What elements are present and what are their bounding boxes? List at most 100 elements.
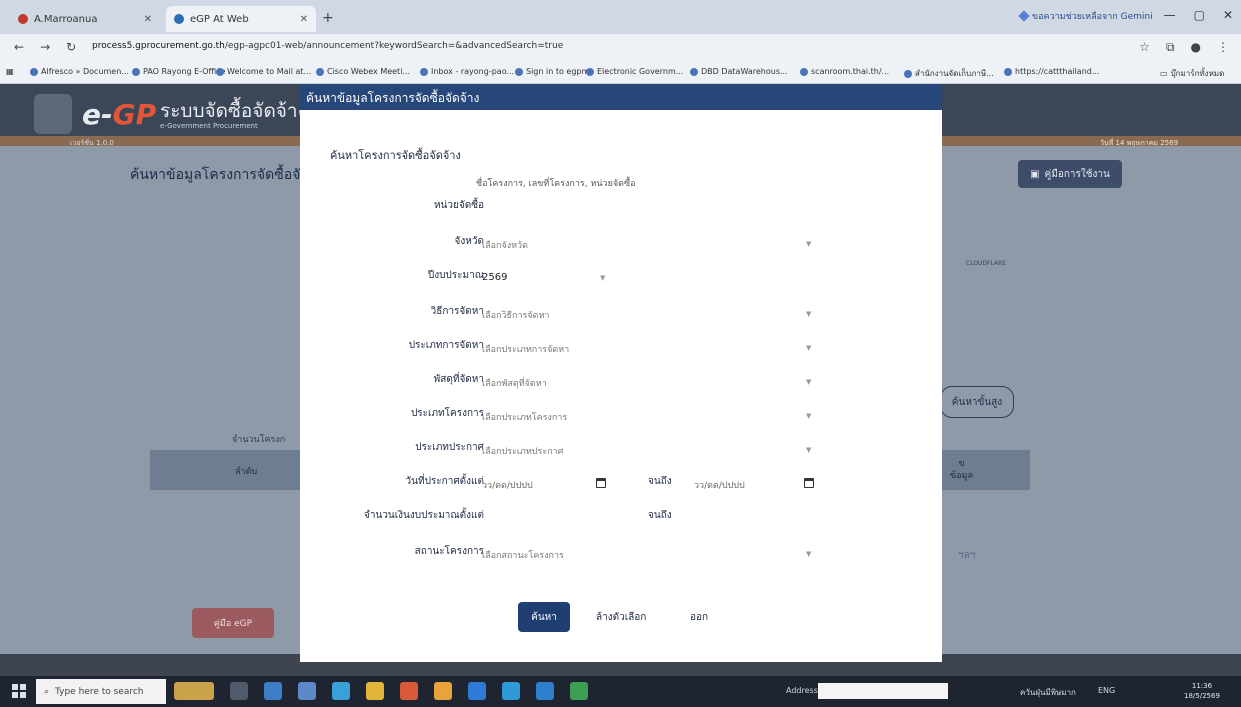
chrome-icon[interactable] <box>434 682 452 700</box>
edge-icon[interactable] <box>502 682 520 700</box>
nav-buttons: ← → ↻ <box>14 40 76 54</box>
clock[interactable]: 11:36 18/5/2569 <box>1184 681 1220 701</box>
url-host: process5.gprocurement.go.th <box>92 41 225 51</box>
bookmark-item[interactable]: Electronic Governm... <box>586 67 683 76</box>
bookmark-item[interactable]: Cisco Webex Meeti... <box>316 67 410 76</box>
url-field[interactable]: process5.gprocurement.go.th/egp-agpc01-w… <box>92 41 563 51</box>
project-type-select[interactable]: เลือกประเภทโครงการ <box>482 410 567 424</box>
address-toolbar-label: Address <box>786 686 818 695</box>
news-widget-icon[interactable] <box>174 682 214 700</box>
province-select[interactable]: เลือกจังหวัด <box>482 238 528 252</box>
taskbar-search-placeholder: Type here to search <box>55 686 144 697</box>
store-icon[interactable] <box>264 682 282 700</box>
app-icon[interactable] <box>570 682 588 700</box>
address-toolbar-input[interactable] <box>818 683 948 699</box>
bookmark-label: scanroom.thai.th/... <box>811 67 890 76</box>
new-tab-button[interactable]: + <box>322 10 334 26</box>
bookmark-label: https://cattthailand... <box>1015 67 1100 76</box>
announce-to-date[interactable]: วว/ดด/ปปปป <box>694 478 745 492</box>
bookmark-icon <box>690 67 698 76</box>
close-tab-icon[interactable]: ✕ <box>300 14 308 25</box>
apps-icon[interactable]: ▦ <box>6 67 14 76</box>
bookmark-star-icon[interactable]: ☆ <box>1139 40 1150 55</box>
budget-from-label: จำนวนเงินงบประมาณตั้งแต่ <box>363 510 484 521</box>
window-controls: — ▢ ✕ <box>1164 8 1233 22</box>
bookmark-item[interactable]: https://cattthailand... <box>1004 67 1099 76</box>
taskbar-search[interactable]: ⌕ Type here to search <box>36 679 166 704</box>
profile-icon[interactable]: ● <box>1191 40 1201 55</box>
budget-year-select[interactable]: 2569 <box>482 272 507 283</box>
bookmark-item[interactable]: Alfresco » Documen... <box>30 67 129 76</box>
mail-icon[interactable] <box>332 682 350 700</box>
bookmark-item[interactable]: PAO Rayong E-Office <box>132 67 226 76</box>
calendar-icon[interactable] <box>804 478 814 488</box>
app-icon[interactable] <box>536 682 554 700</box>
address-bar: ← → ↻ process5.gprocurement.go.th/egp-ag… <box>0 34 1241 62</box>
gemini-button[interactable]: ขอความช่วยเหลือจาก Gemini <box>1018 9 1153 23</box>
browser-tab[interactable]: A.Marroanua ✕ <box>10 6 160 32</box>
bookmark-label: Welcome to Mail at... <box>227 67 312 76</box>
modal-header: ค้นหาข้อมูลโครงการจัดซื้อจัดจ้าง <box>300 84 942 110</box>
chevron-down-icon: ▼ <box>806 378 812 386</box>
weather-widget[interactable]: ควันฝุ่นมีพิษมาก <box>1020 686 1076 699</box>
ministry-emblem-icon <box>34 94 72 134</box>
menu-icon[interactable]: ⋮ <box>1217 40 1229 55</box>
close-tab-icon[interactable]: ✕ <box>144 14 152 25</box>
bookmark-icon <box>800 67 808 76</box>
minimize-icon[interactable]: — <box>1164 8 1176 22</box>
bookmark-icon <box>316 67 324 76</box>
site-subtitle: e-Government Procurement <box>160 122 258 130</box>
folder-icon[interactable] <box>366 682 384 700</box>
extensions-icon[interactable]: ⧉ <box>1166 40 1175 55</box>
app-icon[interactable] <box>298 682 316 700</box>
bookmark-icon <box>30 67 38 76</box>
to-label: จนถึง <box>648 510 672 521</box>
bookmark-item[interactable]: สำนักงานจัดเก็บภาษี... <box>904 67 994 80</box>
bookmark-item[interactable]: Sign in to egpms <box>515 67 593 76</box>
announce-from-date[interactable]: วว/ดด/ปปปป <box>482 478 533 492</box>
calendar-icon[interactable] <box>596 478 606 488</box>
all-bookmarks-label: บุ๊กมาร์กทั้งหมด <box>1170 69 1225 78</box>
date-label: วันที่ 14 พฤษภาคม 2569 <box>1100 139 1179 147</box>
back-icon[interactable]: ← <box>14 40 24 54</box>
method-select[interactable]: เลือกวิธีการจัดหา <box>482 308 549 322</box>
status-select[interactable]: เลือกสถานะโครงการ <box>482 548 564 562</box>
bookmark-item[interactable]: Welcome to Mail at... <box>216 67 311 76</box>
app-icon[interactable] <box>468 682 486 700</box>
supply-select[interactable]: เลือกพัสดุที่จัดหา <box>482 376 547 390</box>
egp-manual-button[interactable]: คู่มือ eGP <box>192 608 274 638</box>
manual-button[interactable]: ▣ คู่มือการใช้งาน <box>1018 160 1122 188</box>
bookmark-label: PAO Rayong E-Office <box>143 67 226 76</box>
announcement-type-label: ประเภทประกาศ <box>415 442 484 453</box>
procurement-type-select[interactable]: เลือกประเภทการจัดหา <box>482 342 569 356</box>
bookmark-item[interactable]: scanroom.thai.th/... <box>800 67 889 76</box>
col-info: ขข้อมูล <box>950 459 974 481</box>
exit-button[interactable]: ออก <box>690 610 708 625</box>
windows-start-icon[interactable] <box>12 684 26 698</box>
cloudflare-badge: CLOUDFLARE <box>966 260 1007 267</box>
search-button[interactable]: ค้นหา <box>518 602 570 632</box>
bookmark-item[interactable]: Inbox - rayong-pao... <box>420 67 514 76</box>
agency-label: หน่วยจัดซื้อ <box>433 200 484 211</box>
announcement-type-select[interactable]: เลือกประเภทประกาศ <box>482 444 563 458</box>
advanced-search-button[interactable]: ค้นหาขั้นสูง <box>940 386 1014 418</box>
reload-icon[interactable]: ↻ <box>66 40 76 54</box>
tray-language[interactable]: ENG <box>1098 686 1115 695</box>
maximize-icon[interactable]: ▢ <box>1194 8 1205 22</box>
clear-button[interactable]: ล้างตัวเลือก <box>596 610 646 625</box>
bookmark-icon <box>216 67 224 76</box>
bookmark-label: Alfresco » Documen... <box>41 67 129 76</box>
office-icon[interactable] <box>400 682 418 700</box>
all-bookmarks[interactable]: ▭ บุ๊กมาร์กทั้งหมด <box>1160 67 1224 80</box>
close-window-icon[interactable]: ✕ <box>1223 8 1233 22</box>
tab-favicon-icon <box>174 14 184 24</box>
forward-icon[interactable]: → <box>40 40 50 54</box>
browser-tab-active[interactable]: eGP At Web ✕ <box>166 6 316 32</box>
search-modal: ค้นหาโครงการจัดซื้อจัดจ้าง ชื่อโครงการ, … <box>300 110 942 662</box>
gemini-label: ขอความช่วยเหลือจาก Gemini <box>1032 12 1153 22</box>
keyword-input[interactable]: ชื่อโครงการ, เลขที่โครงการ, หน่วยจัดซื้อ <box>476 176 636 190</box>
bookmark-icon <box>586 67 594 76</box>
browser-actions: ☆ ⧉ ● ⋮ <box>1139 40 1229 55</box>
task-view-icon[interactable] <box>230 682 248 700</box>
bookmark-item[interactable]: DBD DataWarehous... <box>690 67 788 76</box>
